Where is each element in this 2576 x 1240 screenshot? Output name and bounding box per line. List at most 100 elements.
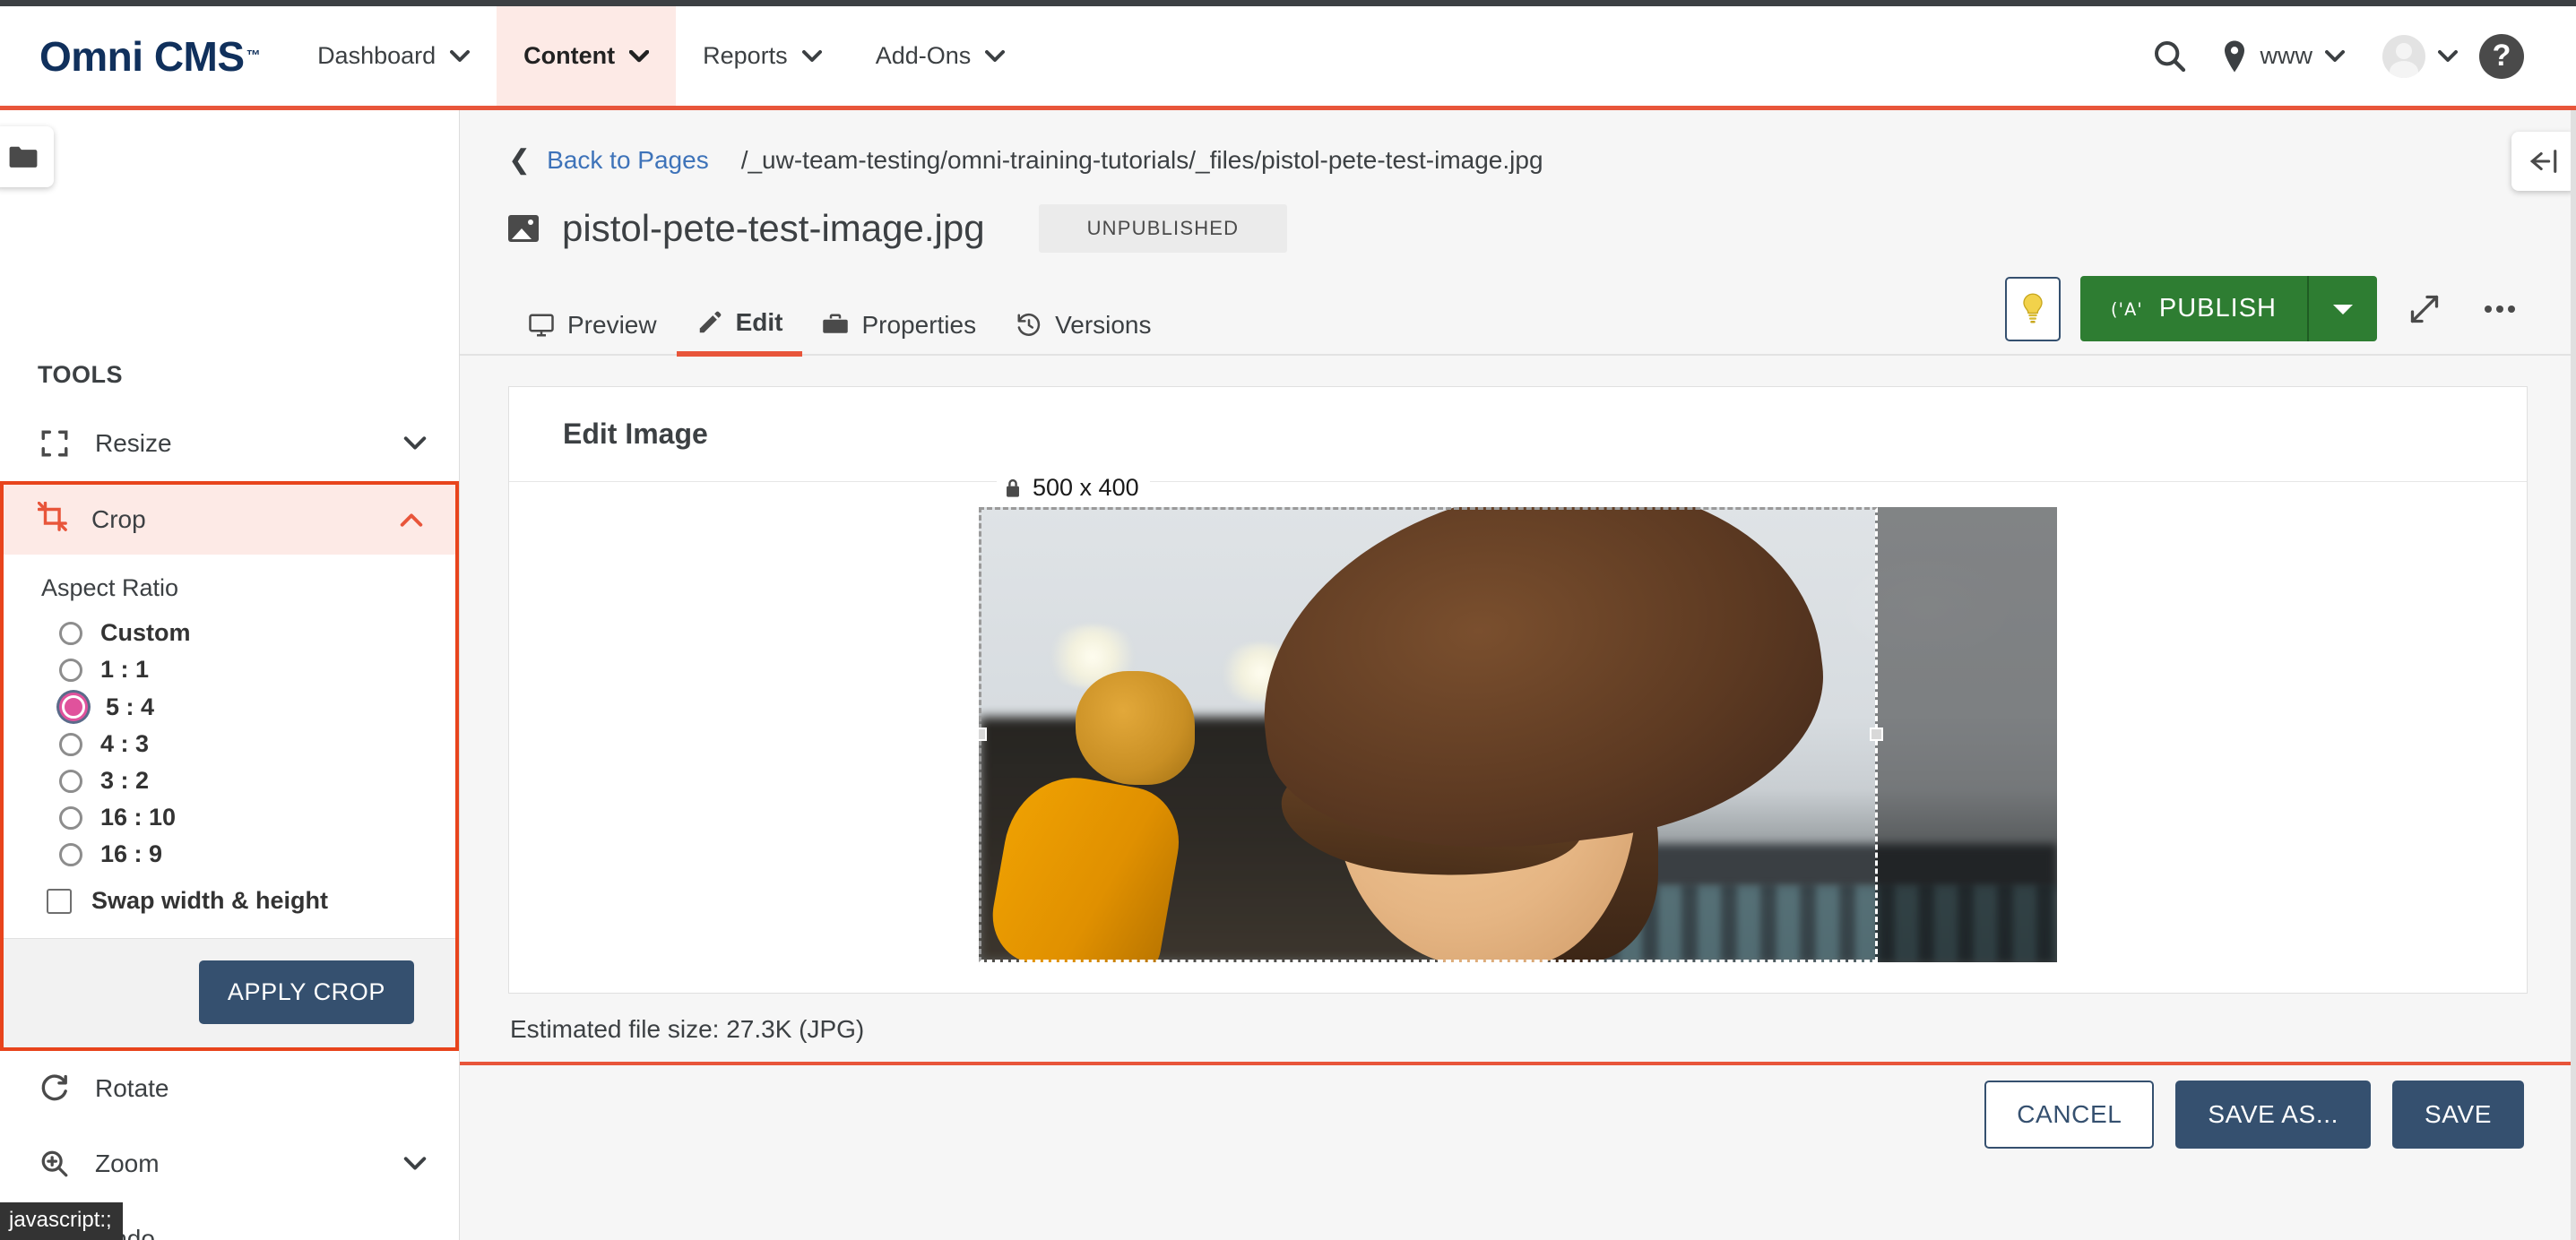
site-selector[interactable]: www <box>2205 39 2362 73</box>
tab-label-preview: Preview <box>567 311 657 339</box>
tool-label-zoom: Zoom <box>95 1150 160 1177</box>
toolbox-icon <box>823 314 849 333</box>
nav-label-reports: Reports <box>703 42 788 69</box>
edit-image-card: Edit Image 500 x 400 <box>508 386 2528 994</box>
aspect-label-16-10: 16 : 10 <box>100 804 177 831</box>
crop-handle-right[interactable] <box>1870 728 1883 741</box>
crop-dim-right <box>1875 507 2057 962</box>
history-icon <box>1017 313 1041 336</box>
page-actions: ('A') PUBLISH <box>2004 276 2528 354</box>
publish-button-group[interactable]: ('A') PUBLISH <box>2079 276 2377 341</box>
radio-button[interactable] <box>59 732 82 756</box>
location-pin-icon <box>2224 40 2244 72</box>
back-to-pages-link[interactable]: Back to Pages <box>547 146 709 175</box>
crop-selection-box[interactable] <box>979 507 1883 962</box>
tools-sidebar: TOOLS Resize Crop Aspect Ratio Custom 1 … <box>0 110 460 1240</box>
chevron-down-icon <box>403 436 427 450</box>
avatar <box>2382 34 2425 78</box>
radio-button[interactable] <box>59 842 82 866</box>
header-spacer <box>1032 6 2134 106</box>
app-logo[interactable]: Omni CMS ™ <box>0 6 290 106</box>
aspect-label-3-2: 3 : 2 <box>100 767 150 794</box>
tab-label-edit: Edit <box>735 308 783 336</box>
aspect-option-custom[interactable]: Custom <box>4 615 455 651</box>
tool-item-resize[interactable]: Resize <box>0 406 459 481</box>
help-icon: ? <box>2479 33 2524 79</box>
site-label: www <box>2260 42 2313 69</box>
tab-edit[interactable]: Edit <box>676 299 803 357</box>
card-header: Edit Image <box>509 387 2527 482</box>
save-button[interactable]: SAVE <box>2391 1081 2524 1149</box>
user-menu[interactable] <box>2361 34 2467 78</box>
hints-button[interactable] <box>2004 276 2061 341</box>
lightbulb-icon <box>2023 292 2043 323</box>
tool-item-rotate[interactable]: Rotate <box>0 1051 459 1126</box>
nav-item-add-ons[interactable]: Add-Ons <box>849 6 1033 106</box>
chevron-down-icon <box>801 49 822 62</box>
app-logo-text: Omni CMS <box>39 32 245 80</box>
tab-preview[interactable]: Preview <box>508 302 677 354</box>
aspect-label-16-9: 16 : 9 <box>100 840 163 867</box>
chevron-left-icon[interactable]: ❮ <box>508 144 531 176</box>
image-canvas[interactable] <box>979 507 2057 962</box>
rotate-icon <box>38 1073 72 1104</box>
global-header: Omni CMS ™ Dashboard Content Reports Add-… <box>0 6 2576 110</box>
save-as-button[interactable]: SAVE AS... <box>2175 1081 2371 1149</box>
tool-item-crop[interactable]: Crop <box>4 485 455 555</box>
collapse-panel-button[interactable] <box>2511 132 2576 191</box>
nav-item-content[interactable]: Content <box>497 6 677 106</box>
radio-button[interactable] <box>59 769 82 793</box>
publish-label: PUBLISH <box>2158 294 2277 323</box>
aspect-option-5-4[interactable]: 5 : 4 <box>4 688 455 726</box>
tool-item-zoom[interactable]: Zoom <box>0 1126 459 1201</box>
aspect-option-4-3[interactable]: 4 : 3 <box>4 726 455 762</box>
resize-icon <box>38 428 72 459</box>
checkbox[interactable] <box>47 888 72 914</box>
publish-dropdown-toggle[interactable] <box>2307 276 2377 341</box>
aspect-option-1-1[interactable]: 1 : 1 <box>4 651 455 688</box>
vertical-scrollbar[interactable] <box>2571 110 2576 1240</box>
nav-label-dashboard: Dashboard <box>317 42 437 69</box>
cancel-button[interactable]: CANCEL <box>1984 1081 2155 1149</box>
more-options-button[interactable] <box>2472 281 2528 337</box>
page-title-row: pistol-pete-test-image.jpg UNPUBLISHED <box>460 176 2576 253</box>
footer-actions: CANCEL SAVE AS... SAVE <box>460 1065 2576 1164</box>
crop-size-indicator: 500 x 400 <box>997 471 1150 505</box>
tab-label-properties: Properties <box>861 311 977 339</box>
crop-handle-left[interactable] <box>979 728 987 741</box>
radio-button[interactable] <box>59 658 82 682</box>
nav-item-dashboard[interactable]: Dashboard <box>290 6 497 106</box>
file-navigator-toggle[interactable] <box>0 126 54 187</box>
expand-button[interactable] <box>2397 281 2452 337</box>
apply-crop-button[interactable]: APPLY CROP <box>198 960 414 1024</box>
chevron-down-icon <box>403 1157 427 1170</box>
collapse-panel-icon <box>2529 150 2557 173</box>
main-navigation: Dashboard Content Reports Add-Ons <box>290 6 1032 106</box>
zoom-in-icon <box>38 1149 72 1179</box>
tool-label-rotate: Rotate <box>95 1074 169 1102</box>
aspect-option-3-2[interactable]: 3 : 2 <box>4 762 455 799</box>
lock-icon <box>1007 478 1019 497</box>
card-heading: Edit Image <box>563 418 708 450</box>
tool-label-crop: Crop <box>91 505 146 533</box>
tab-properties[interactable]: Properties <box>802 302 996 354</box>
pencil-icon <box>699 311 721 333</box>
swap-width-height-label: Swap width & height <box>91 887 328 914</box>
chevron-down-icon <box>985 49 1006 62</box>
swap-width-height-option[interactable]: Swap width & height <box>4 873 455 924</box>
search-button[interactable] <box>2135 4 2205 108</box>
nav-label-content: Content <box>523 42 616 69</box>
aspect-option-16-9[interactable]: 16 : 9 <box>4 836 455 873</box>
tools-section-label: TOOLS <box>38 361 124 388</box>
radio-button[interactable] <box>59 621 82 645</box>
tab-versions[interactable]: Versions <box>996 302 1171 354</box>
crop-panel: Crop Aspect Ratio Custom 1 : 1 5 : 4 4:… <box>0 481 459 1051</box>
nav-item-reports[interactable]: Reports <box>676 6 849 106</box>
publish-button[interactable]: ('A') PUBLISH <box>2079 276 2307 341</box>
aspect-option-16-10[interactable]: 16 : 10 <box>4 799 455 836</box>
chevron-down-icon <box>629 49 650 62</box>
crop-icon <box>37 501 68 538</box>
radio-button[interactable] <box>59 805 82 830</box>
radio-button-selected[interactable] <box>62 695 85 719</box>
help-button[interactable]: ? <box>2467 4 2537 108</box>
